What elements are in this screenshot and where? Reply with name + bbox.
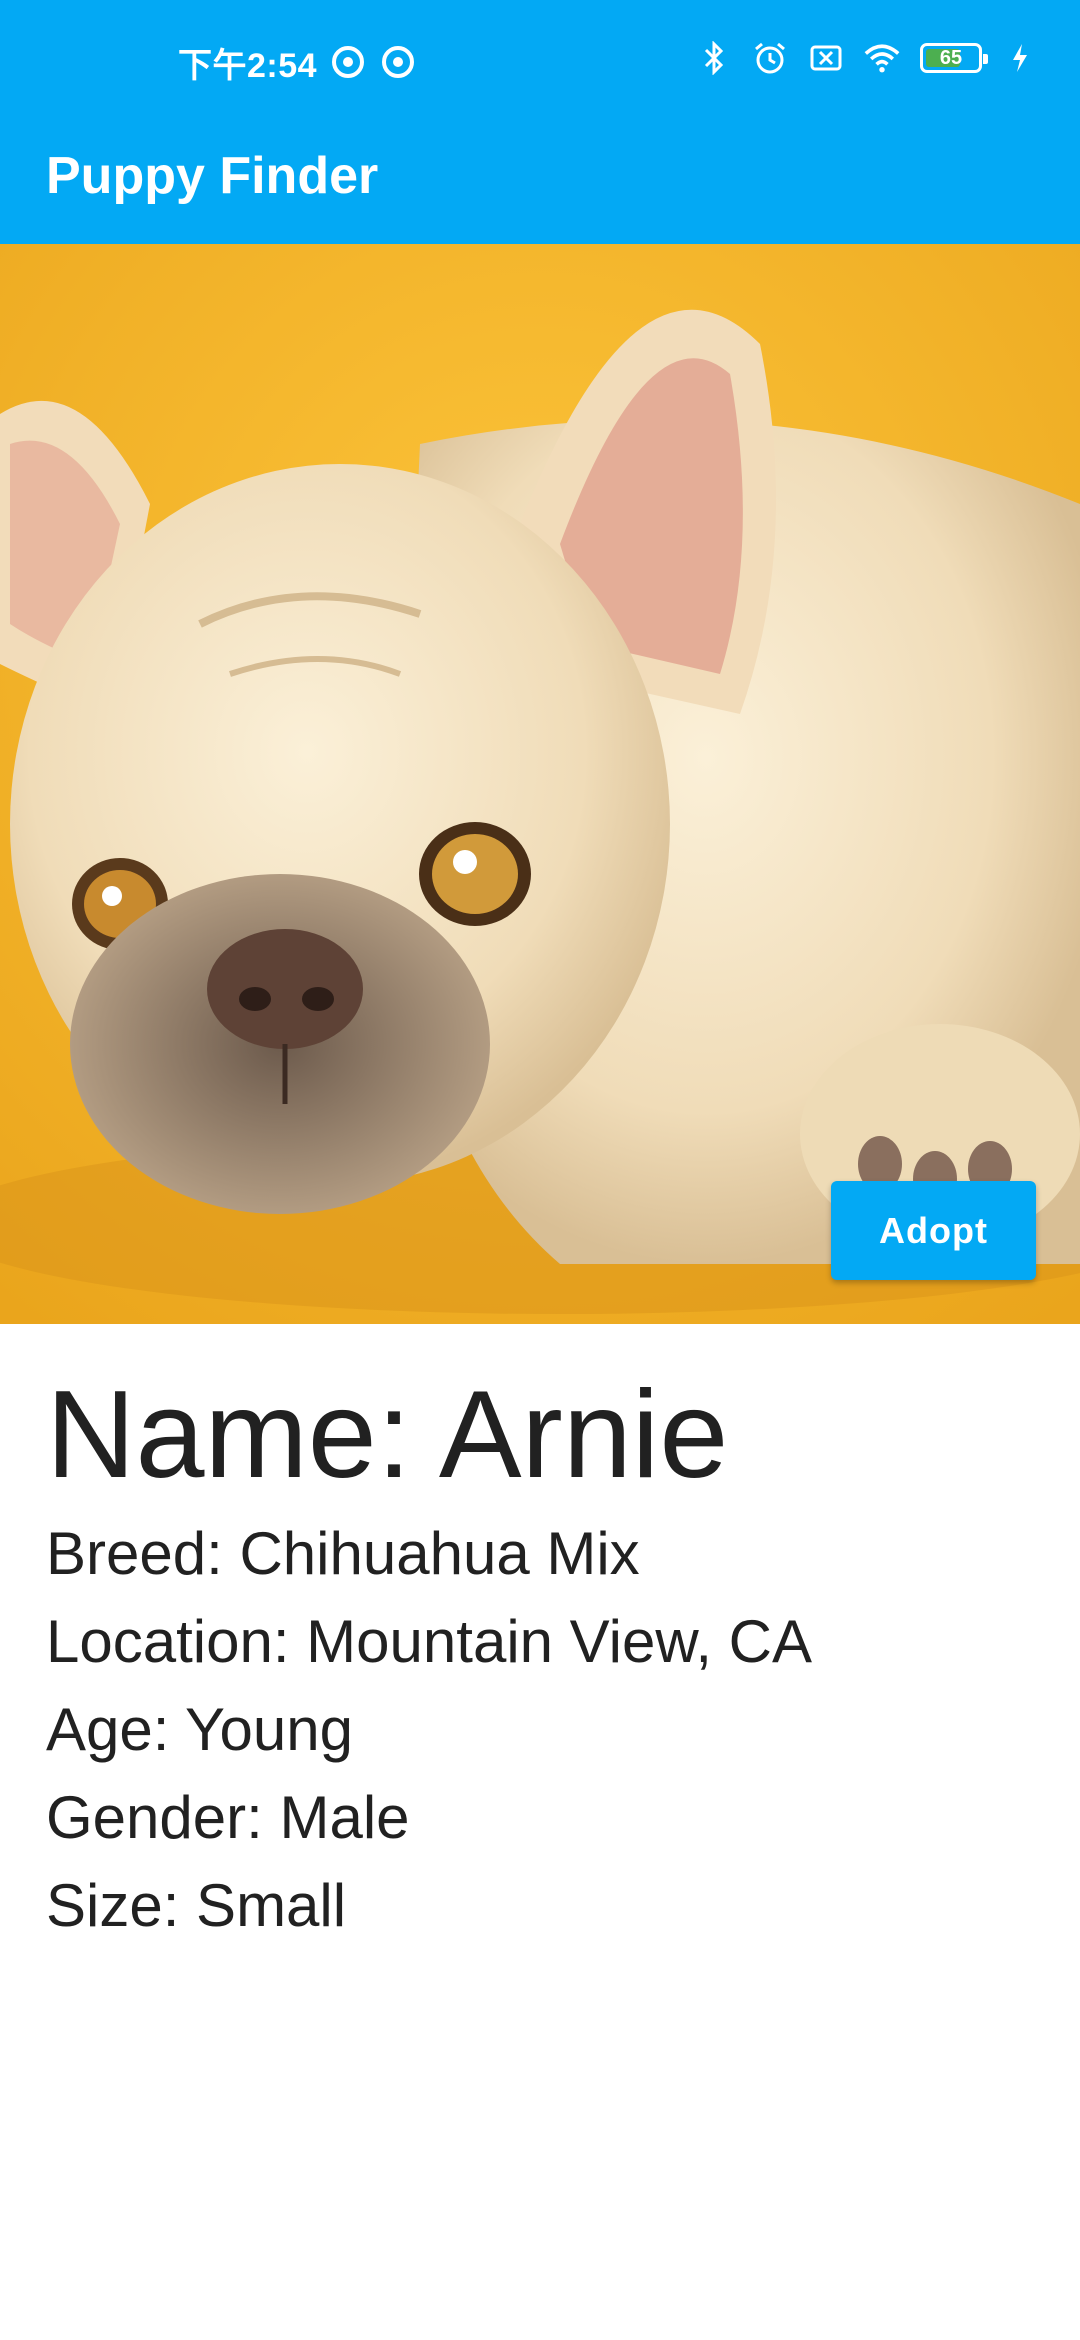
battery-level: 65 — [939, 46, 963, 69]
status-time: 下午2:54 — [178, 47, 318, 85]
status-bar: 下午2:54 65 — [0, 0, 1080, 122]
sim-off-icon — [808, 40, 844, 76]
puppy-age: Age: Young — [46, 1696, 354, 1763]
puppy-breed: Breed: Chihuahua Mix — [46, 1520, 640, 1587]
adopt-button[interactable]: Adopt — [831, 1181, 1036, 1280]
puppy-location: Location: Mountain View, CA — [46, 1608, 813, 1675]
alarm-icon — [752, 40, 788, 76]
notification-icon — [380, 44, 416, 80]
status-left-icons — [330, 44, 416, 80]
puppy-photo — [0, 244, 1080, 1324]
charging-icon — [1002, 40, 1038, 76]
notification-icon — [330, 44, 366, 80]
app-bar: Puppy Finder — [0, 122, 1080, 244]
puppy-size: Size: Small — [46, 1872, 347, 1939]
status-right-icons: 65 — [696, 40, 1038, 76]
bluetooth-icon — [696, 40, 732, 76]
wifi-icon — [864, 40, 900, 76]
battery-icon: 65 — [920, 43, 988, 73]
puppy-details: Name: Arnie Breed: Chihuahua Mix Locatio… — [46, 1360, 812, 1950]
puppy-gender: Gender: Male — [46, 1784, 410, 1851]
puppy-name: Name: Arnie — [46, 1366, 729, 1504]
app-title: Puppy Finder — [46, 147, 379, 205]
